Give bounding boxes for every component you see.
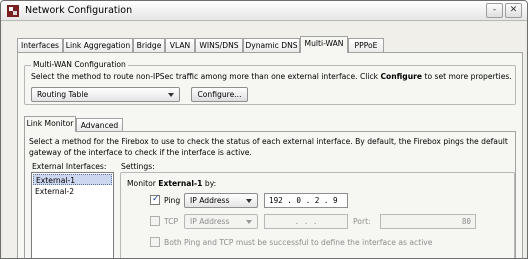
- minimize-button[interactable]: -: [486, 3, 503, 18]
- window-title: Network Configuration: [25, 5, 133, 16]
- link-monitor-description: Select a method for the Firebox to use t…: [29, 137, 508, 146]
- app-icon: [7, 5, 19, 17]
- tab-vlan[interactable]: VLAN: [165, 38, 195, 53]
- tcp-checkbox[interactable]: [150, 216, 160, 226]
- chevron-down-icon: [168, 93, 174, 97]
- settings-group: Monitor External-1 by: Ping IP Address 1…: [120, 172, 515, 258]
- both-label: Both Ping and TCP must be successful to …: [164, 238, 433, 247]
- port-field[interactable]: 80: [380, 214, 476, 229]
- multi-wan-description: Select the method to route non-IPSec tra…: [31, 72, 512, 81]
- list-item-external-1[interactable]: External-1: [33, 174, 112, 185]
- external-interfaces-label: External Interfaces:: [32, 162, 107, 171]
- ping-ip-field[interactable]: 192 . 0 . 2 . 9: [264, 193, 348, 208]
- tcp-label: TCP: [164, 217, 179, 226]
- tab-interfaces[interactable]: Interfaces: [17, 38, 63, 53]
- multi-wan-group-label: Multi-WAN Configuration: [31, 60, 128, 69]
- tcp-ip-field[interactable]: . . .: [264, 214, 348, 229]
- ping-checkbox[interactable]: [150, 194, 160, 205]
- both-checkbox[interactable]: [150, 237, 160, 247]
- title-bar[interactable]: Network Configuration - ✕: [1, 1, 527, 21]
- multi-wan-panel: Multi-WAN Configuration Select the metho…: [17, 52, 523, 258]
- chevron-down-icon: [246, 199, 252, 203]
- chevron-down-icon: [246, 220, 252, 224]
- link-monitor-panel: Select a method for the Firebox to use t…: [24, 131, 516, 258]
- tab-link-aggregation[interactable]: Link Aggregation: [63, 38, 133, 53]
- ping-type-select[interactable]: IP Address: [184, 193, 258, 208]
- list-item-external-2[interactable]: External-2: [33, 186, 112, 197]
- link-monitor-description-2: gateway of the interface to check if the…: [29, 148, 252, 157]
- multi-wan-config-group: Multi-WAN Configuration Select the metho…: [24, 60, 516, 105]
- monitor-heading: Monitor External-1 by:: [127, 179, 217, 188]
- tab-bridge[interactable]: Bridge: [133, 38, 165, 53]
- routing-method-select[interactable]: Routing Table: [31, 87, 180, 102]
- configure-button[interactable]: Configure...: [191, 87, 248, 102]
- external-interfaces-list[interactable]: External-1 External-2: [31, 172, 114, 258]
- close-button[interactable]: ✕: [505, 3, 522, 18]
- network-configuration-window: Network Configuration - ✕ Interfaces Lin…: [0, 0, 528, 259]
- tcp-type-select[interactable]: IP Address: [184, 214, 258, 229]
- tab-dynamic-dns[interactable]: Dynamic DNS: [243, 38, 300, 53]
- ping-label: Ping: [164, 196, 181, 205]
- port-label: Port:: [353, 217, 371, 226]
- tab-wins-dns[interactable]: WINS/DNS: [195, 38, 243, 53]
- tab-pppoe[interactable]: PPPoE: [348, 38, 384, 53]
- settings-label: Settings:: [121, 162, 155, 171]
- tab-multi-wan[interactable]: Multi-WAN: [300, 36, 348, 53]
- dialog-body: Interfaces Link Aggregation Bridge VLAN …: [3, 22, 525, 258]
- subtab-link-monitor[interactable]: Link Monitor: [24, 116, 76, 132]
- subtab-advanced[interactable]: Advanced: [76, 118, 123, 132]
